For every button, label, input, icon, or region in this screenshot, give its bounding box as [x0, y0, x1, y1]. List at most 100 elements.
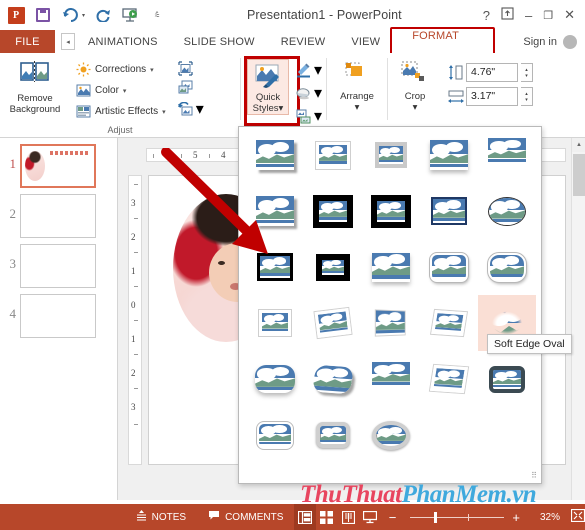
save-icon[interactable] — [34, 6, 52, 24]
style-compound-frame-black[interactable] — [420, 351, 478, 407]
comments-button[interactable]: COMMENTS — [197, 504, 294, 530]
style-rotated-white[interactable] — [478, 239, 536, 295]
artistic-effects-button[interactable]: Artistic Effects ▾ — [76, 102, 166, 121]
thumbnail-number: 1 — [9, 156, 17, 171]
style-relaxed-perspective-white[interactable] — [304, 295, 362, 351]
picture-layout-icon[interactable] — [296, 109, 311, 124]
tab-animations[interactable]: ANIMATIONS — [75, 30, 171, 53]
reset-picture-caret-icon[interactable]: ▾ — [196, 99, 204, 119]
notes-button[interactable]: NOTES — [125, 504, 197, 530]
style-perspective-shadow-white[interactable] — [246, 295, 304, 351]
scrollbar-thumb[interactable] — [573, 154, 585, 196]
tab-format[interactable]: FORMAT — [399, 30, 472, 42]
customize-qat-icon[interactable]: ⩯ — [148, 6, 166, 24]
style-reflected-perspective-right[interactable] — [362, 351, 420, 407]
arrange-caret-icon[interactable]: ▾ — [355, 102, 360, 113]
style-moderate-frame-white[interactable] — [420, 239, 478, 295]
style-double-frame-black[interactable] — [304, 183, 362, 239]
style-soft-edge-rectangle[interactable] — [246, 183, 304, 239]
powerpoint-logo-icon: P — [7, 6, 25, 24]
style-reflected-rounded-rectangle[interactable] — [478, 127, 536, 183]
zoom-slider-knob[interactable] — [434, 511, 438, 523]
style-snip-diagonal-corner-white[interactable] — [362, 239, 420, 295]
zoom-out-button[interactable]: − — [381, 510, 405, 525]
scroll-up-button[interactable]: ▲ — [572, 138, 585, 152]
vertical-scrollbar[interactable]: ▲ — [571, 138, 585, 500]
arrange-button[interactable]: Arrange ▾ — [331, 57, 383, 113]
picture-effects-caret-icon[interactable]: ▾ — [314, 83, 322, 103]
thumbnail-item-1[interactable]: 1 — [0, 138, 117, 188]
close-button[interactable]: ✕ — [564, 7, 575, 23]
vertical-ruler[interactable]: 3 2 1 0 1 2 3 — [128, 175, 142, 465]
gallery-resize-grip-icon[interactable]: ⠿ — [531, 471, 537, 480]
tab-review[interactable]: REVIEW — [268, 30, 339, 53]
tab-view[interactable]: VIEW — [338, 30, 393, 53]
undo-caret-icon[interactable]: ▾ — [82, 12, 85, 19]
compress-pictures-icon[interactable] — [178, 61, 193, 76]
account-avatar-icon[interactable] — [563, 34, 577, 49]
color-caret-icon[interactable]: ▾ — [123, 87, 127, 95]
tab-scroll-left-icon[interactable]: ◂ — [61, 33, 75, 50]
undo-icon[interactable] — [61, 6, 79, 24]
style-beveled-matte-white[interactable] — [304, 127, 362, 183]
shape-height-spinner[interactable]: ▴ ▾ — [521, 63, 533, 82]
picture-border-icon[interactable] — [296, 63, 311, 78]
style-simple-frame-black[interactable] — [420, 183, 478, 239]
style-metal-rounded-rectangle[interactable] — [304, 407, 362, 463]
change-picture-icon[interactable] — [178, 80, 193, 95]
sign-in-label[interactable]: Sign in — [523, 36, 557, 48]
thumbnail-item-4[interactable]: 4 — [0, 288, 117, 338]
corrections-button[interactable]: Corrections ▾ — [76, 60, 166, 79]
zoom-slider-track[interactable] — [410, 511, 505, 523]
corrections-caret-icon[interactable]: ▾ — [150, 66, 154, 74]
thumbnail-slide-4[interactable] — [20, 294, 96, 338]
style-bevel-perspective-left[interactable] — [304, 351, 362, 407]
picture-effects-icon[interactable] — [296, 86, 311, 101]
style-metal-oval[interactable] — [362, 407, 420, 463]
color-button[interactable]: Color ▾ — [76, 81, 166, 100]
style-bevel-rectangle-oval[interactable] — [478, 183, 536, 239]
watermark-part2: PhanMem.vn — [401, 481, 537, 508]
style-rotated-gradient[interactable] — [420, 295, 478, 351]
style-center-shadow-rectangle[interactable] — [246, 239, 304, 295]
picture-layout-caret-icon[interactable]: ▾ — [314, 106, 322, 126]
tab-file[interactable]: FILE — [0, 30, 55, 53]
ribbon-display-options-button[interactable] — [501, 7, 514, 23]
help-button[interactable]: ? — [483, 8, 490, 23]
crop-button[interactable]: Crop ▾ — [392, 57, 438, 113]
picture-border-caret-icon[interactable]: ▾ — [314, 60, 322, 80]
shape-width-field[interactable]: 3.17" — [466, 87, 518, 106]
zoom-in-button[interactable]: + — [504, 510, 528, 525]
picture-quick-styles-gallery[interactable]: ⠿ — [238, 126, 542, 484]
remove-background-button[interactable]: Remove Background — [4, 57, 66, 115]
zoom-slider[interactable] — [410, 511, 505, 523]
thumbnail-slide-2[interactable] — [20, 194, 96, 238]
minimize-button[interactable]: – — [525, 8, 532, 23]
style-rounded-diagonal-corner-white[interactable] — [304, 239, 362, 295]
style-simple-frame-white[interactable] — [246, 127, 304, 183]
style-moderate-frame-black[interactable] — [362, 295, 420, 351]
tab-slide-show[interactable]: SLIDE SHOW — [171, 30, 268, 53]
redo-icon[interactable] — [94, 6, 112, 24]
style-drop-shadow-rectangle[interactable] — [420, 127, 478, 183]
style-thick-matte-black[interactable] — [362, 183, 420, 239]
sign-in-area[interactable]: Sign in — [523, 30, 585, 53]
zoom-percent-label[interactable]: 32% — [540, 512, 560, 523]
quick-styles-button[interactable]: Quick Styles▾ — [244, 56, 300, 126]
thumbnail-item-3[interactable]: 3 — [0, 238, 117, 288]
style-bevel-perspective[interactable] — [246, 351, 304, 407]
restore-button[interactable]: ❐ — [543, 9, 553, 22]
style-reflected-bevel-white[interactable] — [246, 407, 304, 463]
thumbnail-slide-3[interactable] — [20, 244, 96, 288]
fit-slide-to-window-button[interactable] — [570, 508, 585, 525]
slide-thumbnail-pane[interactable]: 1 2 3 4 — [0, 138, 118, 500]
thumbnail-slide-1[interactable] — [20, 144, 96, 188]
shape-height-field[interactable]: 4.76" — [466, 63, 518, 82]
start-presentation-icon[interactable] — [121, 6, 139, 24]
thumbnail-item-2[interactable]: 2 — [0, 188, 117, 238]
crop-caret-icon[interactable]: ▾ — [413, 102, 418, 113]
shape-width-spinner[interactable]: ▴ ▾ — [521, 87, 533, 106]
reset-picture-icon[interactable] — [177, 101, 193, 117]
style-reflected-bevel-black[interactable] — [478, 351, 536, 407]
style-metal-frame[interactable] — [362, 127, 420, 183]
